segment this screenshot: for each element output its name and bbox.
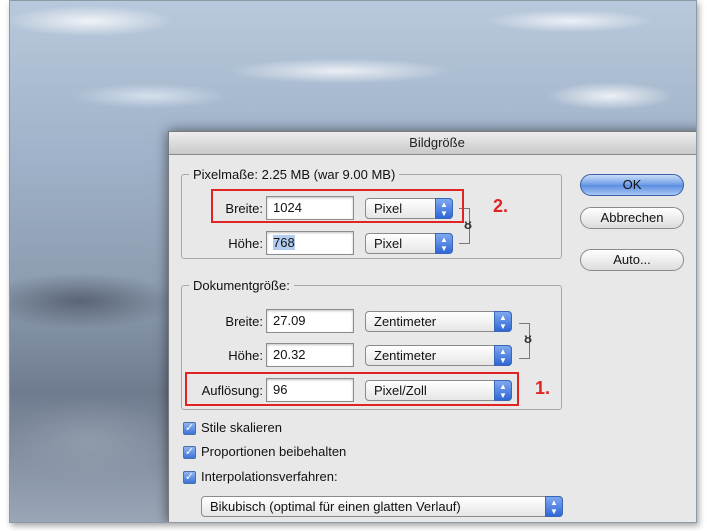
- doc-width-field[interactable]: 27.09: [266, 309, 354, 333]
- up-down-arrows-icon: ▲ ▼: [545, 496, 563, 517]
- pixel-dimensions-legend: Pixelmaße: 2.25 MB (war 9.00 MB): [189, 167, 400, 182]
- chain-link-icon[interactable]: ᴕ: [464, 216, 472, 232]
- chain-link-icon[interactable]: ᴕ: [524, 330, 532, 346]
- checkmark-icon: ✓: [184, 446, 195, 458]
- interpolation-select[interactable]: Bikubisch (optimal für einen glatten Ver…: [201, 496, 563, 517]
- doc-height-field[interactable]: 20.32: [266, 343, 354, 367]
- doc-width-label: Breite:: [225, 314, 263, 329]
- up-down-arrows-icon: ▲ ▼: [494, 311, 512, 332]
- up-down-arrows-icon: ▲ ▼: [435, 233, 453, 254]
- doc-height-label: Höhe:: [228, 348, 263, 363]
- constrain-proportions-label: Proportionen beibehalten: [201, 444, 347, 459]
- cancel-button[interactable]: Abbrechen: [580, 207, 684, 229]
- pixel-height-field[interactable]: 768: [266, 231, 354, 255]
- dialog-title: Bildgröße: [169, 132, 696, 155]
- ok-button[interactable]: OK: [580, 174, 684, 196]
- scale-styles-label: Stile skalieren: [201, 420, 282, 435]
- auto-button[interactable]: Auto...: [580, 249, 684, 271]
- screenshot-frame: Bildgröße Pixelmaße: 2.25 MB (war 9.00 M…: [9, 0, 697, 523]
- constrain-proportions-checkbox[interactable]: ✓: [183, 446, 196, 459]
- annotation-1: 1.: [535, 378, 551, 398]
- pixel-height-unit-select[interactable]: Pixel ▲ ▼: [365, 233, 453, 254]
- highlight-box-1: [185, 372, 519, 406]
- scale-styles-checkbox[interactable]: ✓: [183, 422, 196, 435]
- document-size-legend: Dokumentgröße:: [189, 278, 294, 293]
- resample-label: Interpolationsverfahren:: [201, 469, 338, 484]
- doc-width-unit-select[interactable]: Zentimeter ▲ ▼: [365, 311, 512, 332]
- annotation-2: 2.: [493, 196, 509, 216]
- image-size-dialog: Bildgröße Pixelmaße: 2.25 MB (war 9.00 M…: [168, 131, 696, 522]
- doc-height-unit-select[interactable]: Zentimeter ▲ ▼: [365, 345, 512, 366]
- highlight-box-2: [211, 189, 464, 223]
- checkmark-icon: ✓: [184, 422, 195, 434]
- resample-checkbox[interactable]: ✓: [183, 471, 196, 484]
- pixel-height-label: Höhe:: [228, 236, 263, 251]
- up-down-arrows-icon: ▲ ▼: [494, 345, 512, 366]
- checkmark-icon: ✓: [184, 471, 195, 483]
